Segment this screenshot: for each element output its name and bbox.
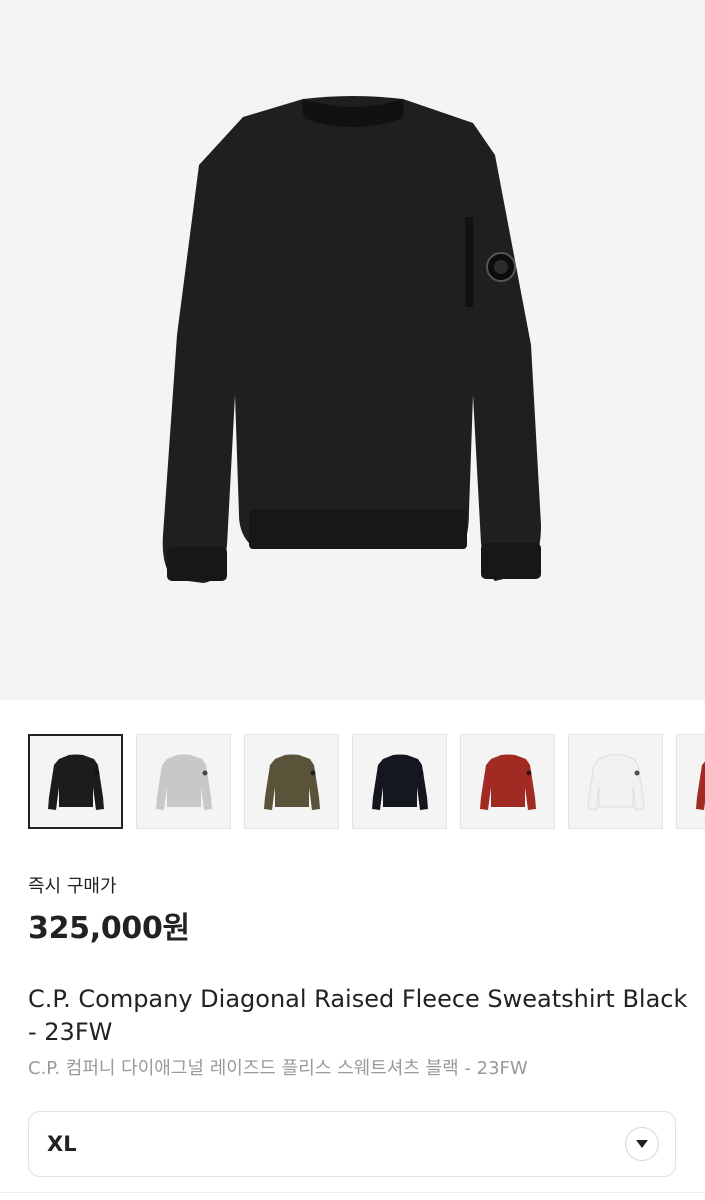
price: 325,000원 <box>28 911 190 946</box>
sweatshirt-thumbnail-icon <box>479 754 536 810</box>
color-thumbnail-grey[interactable] <box>136 734 231 829</box>
product-title-ko: C.P. 컴퍼니 다이애그널 레이즈드 플리스 스웨트셔츠 블랙 - 23FW <box>28 1058 528 1079</box>
product-title-en: C.P. Company Diagonal Raised Fleece Swea… <box>28 985 688 1046</box>
sweatshirt-thumbnail-icon <box>155 754 212 810</box>
color-thumbnail-list <box>28 734 705 830</box>
color-thumbnail-navy[interactable] <box>352 734 447 829</box>
sweatshirt-thumbnail-icon <box>47 754 104 810</box>
product-hero-image <box>0 0 705 700</box>
buy-now-label: 즉시 구매가 <box>28 876 117 897</box>
color-thumbnail-red[interactable] <box>460 734 555 829</box>
sweatshirt-thumbnail-icon <box>695 760 705 810</box>
color-thumbnail-olive[interactable] <box>244 734 339 829</box>
sweatshirt-image <box>162 96 541 583</box>
color-thumbnail-black[interactable] <box>28 734 123 829</box>
sweatshirt-thumbnail-icon <box>263 754 320 810</box>
color-thumbnail-partial[interactable] <box>676 734 705 829</box>
size-value: XL <box>47 1132 77 1156</box>
sweatshirt-thumbnail-icon <box>371 754 428 810</box>
chevron-down-icon[interactable] <box>625 1127 659 1161</box>
size-select[interactable]: XL <box>28 1111 676 1177</box>
sweatshirt-thumbnail-icon <box>586 753 645 811</box>
color-thumbnail-white[interactable] <box>568 734 663 829</box>
divider <box>0 1192 705 1193</box>
